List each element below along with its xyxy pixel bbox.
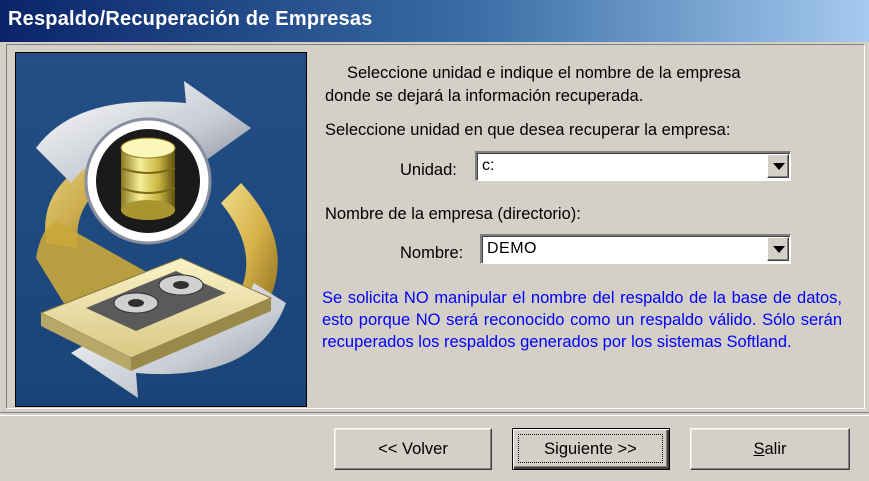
unidad-label: Unidad: [400, 161, 457, 179]
warning-notice: Se solicita NO manipular el nombre del r… [322, 289, 842, 351]
chevron-down-icon [773, 246, 785, 253]
backup-restore-illustration-icon [15, 52, 307, 407]
nombre-dropdown-button[interactable] [767, 237, 789, 261]
exit-button[interactable]: Salir [690, 428, 850, 470]
button-separator [0, 412, 869, 416]
instruction-line-2: donde se dejará la información recuperad… [325, 87, 644, 105]
chevron-down-icon [773, 163, 785, 170]
unidad-value: c: [482, 157, 495, 174]
instructions: Seleccione unidad e indique el nombre de… [325, 62, 845, 108]
nombre-select[interactable]: DEMO [480, 234, 791, 264]
nombre-label: Nombre: [400, 244, 464, 262]
exit-accelerator: S [753, 440, 765, 458]
exit-label: alir [764, 440, 787, 458]
unidad-dropdown-button[interactable] [767, 154, 789, 178]
backup-restore-artwork [16, 53, 306, 406]
unidad-select[interactable]: c: [475, 151, 791, 181]
instruction-line-1: Seleccione unidad e indique el nombre de… [347, 64, 741, 82]
next-button-label: Siguiente >> [518, 434, 663, 463]
drive-prompt: Seleccione unidad en que desea recuperar… [325, 121, 731, 139]
next-button[interactable]: Siguiente >> [512, 428, 670, 470]
window-title: Respaldo/Recuperación de Empresas [0, 0, 869, 42]
company-prompt: Nombre de la empresa (directorio): [325, 205, 581, 223]
nombre-value: DEMO [487, 240, 537, 257]
back-button[interactable]: << Volver [334, 428, 492, 470]
